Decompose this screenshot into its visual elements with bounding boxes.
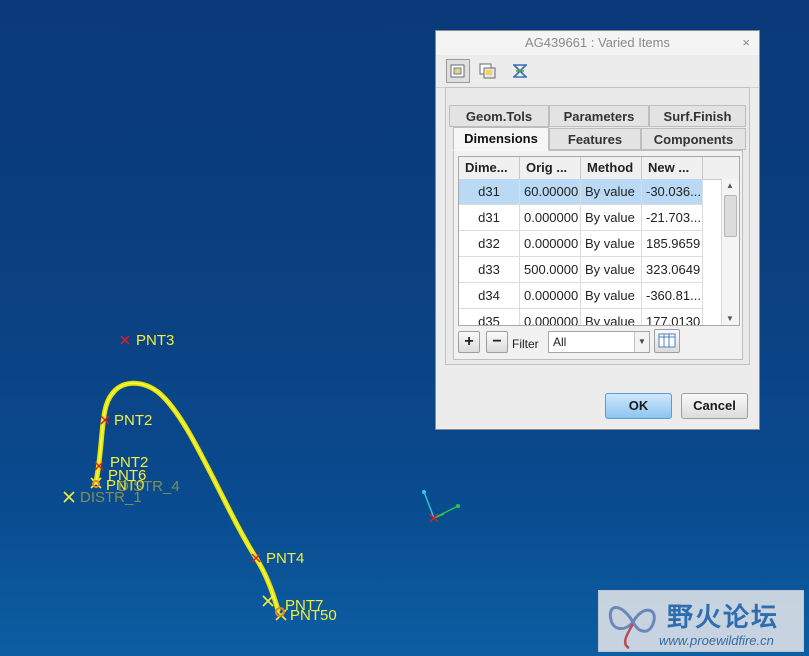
remove-item-button[interactable]: − xyxy=(486,331,508,353)
add-item-button[interactable]: + xyxy=(458,331,480,353)
cell-method[interactable]: By value xyxy=(581,205,642,231)
cell-orig: 0.000000 xyxy=(520,283,581,309)
butterfly-logo-icon xyxy=(608,606,656,650)
cell-new[interactable]: -360.81... xyxy=(642,283,703,309)
cell-method[interactable]: By value xyxy=(581,179,642,205)
tab-panel: Geom.Tols Parameters Surf.Finish Dimensi… xyxy=(445,87,750,365)
table-scrollbar[interactable]: ▲ ▼ xyxy=(721,179,739,325)
point-label-pnt3: PNT3 xyxy=(136,332,175,349)
cell-new[interactable]: -30.036... xyxy=(642,179,703,205)
cell-new[interactable]: 177.0130 xyxy=(642,309,703,325)
table-row[interactable]: d31 0.000000 By value -21.703... xyxy=(459,205,703,231)
varied-items-dialog: AG439661 : Varied Items × Geom.Tols Para… xyxy=(435,30,760,430)
ok-button[interactable]: OK xyxy=(605,393,672,419)
watermark-title: 野火论坛 xyxy=(667,603,780,633)
table-header: Dime... Orig ... Method New ... xyxy=(459,157,739,180)
table-columns-icon xyxy=(658,333,676,348)
cell-dimension: d34 xyxy=(459,283,520,309)
column-header-dimension[interactable]: Dime... xyxy=(459,157,520,179)
cell-dimension: d33 xyxy=(459,257,520,283)
filter-value: All xyxy=(553,335,567,349)
point-label-distr1: DISTR_1 xyxy=(80,489,142,506)
point-label-pnt50: PNT50 xyxy=(290,607,337,624)
cell-new[interactable]: 185.9659 xyxy=(642,231,703,257)
cell-method[interactable]: By value xyxy=(581,309,642,325)
varied-items-icon[interactable] xyxy=(446,59,470,83)
dimensions-tab-body: Dime... Orig ... Method New ... d31 60.0… xyxy=(453,150,743,360)
cell-method[interactable]: By value xyxy=(581,257,642,283)
scroll-down-icon[interactable]: ▼ xyxy=(726,314,734,323)
point-label-pnt2: PNT2 xyxy=(114,412,153,429)
copy-items-icon[interactable] xyxy=(476,59,500,83)
red-markers xyxy=(94,335,261,563)
cell-method[interactable]: By value xyxy=(581,283,642,309)
cancel-button[interactable]: Cancel xyxy=(681,393,748,419)
cell-dimension: d35 xyxy=(459,309,520,325)
column-header-method[interactable]: Method xyxy=(581,157,642,179)
dialog-titlebar[interactable]: AG439661 : Varied Items × xyxy=(436,31,759,55)
chevron-down-icon[interactable]: ▼ xyxy=(634,332,649,352)
scroll-up-icon[interactable]: ▲ xyxy=(726,181,734,190)
cell-new[interactable]: -21.703... xyxy=(642,205,703,231)
tab-dimensions[interactable]: Dimensions xyxy=(453,127,549,151)
point-label-pnt4: PNT4 xyxy=(266,550,305,567)
tab-features[interactable]: Features xyxy=(549,128,641,150)
table-row[interactable]: d32 0.000000 By value 185.9659 xyxy=(459,231,703,257)
tab-surf-finish[interactable]: Surf.Finish xyxy=(649,105,746,127)
cell-orig: 0.000000 xyxy=(520,309,581,325)
tab-geom-tols[interactable]: Geom.Tols xyxy=(449,105,549,127)
watermark-url: www.proewildfire.cn xyxy=(659,633,774,648)
coordinate-triad xyxy=(422,490,460,523)
dialog-title: AG439661 : Varied Items xyxy=(524,35,670,50)
table-columns-button[interactable] xyxy=(654,329,680,353)
cell-orig: 0.000000 xyxy=(520,231,581,257)
cell-dimension: d32 xyxy=(459,231,520,257)
cell-new[interactable]: 323.0649 xyxy=(642,257,703,283)
cell-orig: 500.0000 xyxy=(520,257,581,283)
varied-dimensions-table: Dime... Orig ... Method New ... d31 60.0… xyxy=(458,156,740,326)
table-row[interactable]: d34 0.000000 By value -360.81... xyxy=(459,283,703,309)
watermark-logo: 野火论坛 www.proewildfire.cn xyxy=(598,590,804,652)
cell-dimension: d31 xyxy=(459,179,520,205)
regen-icon[interactable] xyxy=(508,59,532,83)
cell-orig: 0.000000 xyxy=(520,205,581,231)
column-header-orig[interactable]: Orig ... xyxy=(520,157,581,179)
column-header-new[interactable]: New ... xyxy=(642,157,703,179)
scrollbar-thumb[interactable] xyxy=(724,195,737,237)
table-row[interactable]: d31 60.00000 By value -30.036... xyxy=(459,179,703,205)
tab-components[interactable]: Components xyxy=(641,128,746,150)
close-icon[interactable]: × xyxy=(742,31,750,55)
tab-parameters[interactable]: Parameters xyxy=(549,105,649,127)
table-row[interactable]: d35 0.000000 By value 177.0130 xyxy=(459,309,703,325)
filter-label: Filter xyxy=(512,337,539,351)
cell-method[interactable]: By value xyxy=(581,231,642,257)
table-row[interactable]: d33 500.0000 By value 323.0649 xyxy=(459,257,703,283)
cell-dimension: d31 xyxy=(459,205,520,231)
dialog-toolbar xyxy=(436,55,759,88)
cell-orig: 60.00000 xyxy=(520,179,581,205)
filter-dropdown[interactable]: All ▼ xyxy=(548,331,650,353)
